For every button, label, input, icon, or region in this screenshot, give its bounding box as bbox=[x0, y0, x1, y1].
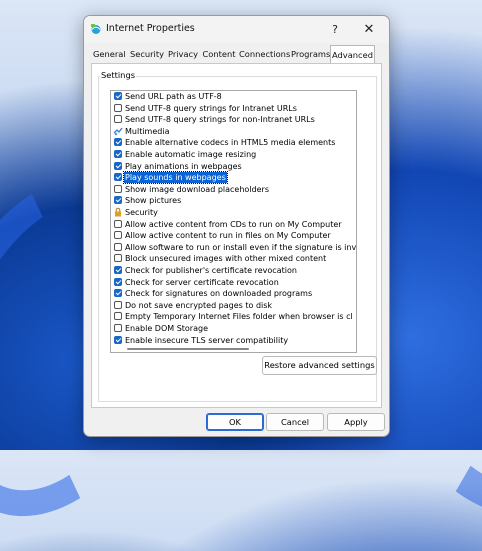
settings-option-label[interactable]: Show image download placeholders bbox=[125, 184, 269, 195]
settings-category: Security bbox=[111, 207, 356, 218]
settings-option[interactable]: Check for publisher's certificate revoca… bbox=[111, 265, 356, 276]
checkbox-checked[interactable] bbox=[114, 266, 122, 274]
settings-option-label[interactable]: Enable insecure TLS server compatibility bbox=[125, 335, 288, 346]
settings-category-label: Multimedia bbox=[125, 126, 170, 136]
checkbox-checked[interactable] bbox=[114, 289, 122, 298]
settings-option-label[interactable]: Check for server certificate revocation bbox=[125, 277, 279, 288]
window-title: Internet Properties bbox=[106, 23, 195, 34]
settings-option[interactable]: Block unsecured images with other mixed … bbox=[111, 253, 356, 264]
settings-option-label[interactable]: Allow active content to run in files on … bbox=[125, 230, 331, 241]
settings-option-label[interactable]: Empty Temporary Internet Files folder wh… bbox=[125, 311, 353, 322]
checkbox-checked[interactable] bbox=[114, 138, 122, 147]
settings-category-label: Security bbox=[125, 208, 158, 217]
settings-option-label[interactable]: Play sounds in webpages bbox=[123, 171, 228, 185]
settings-option[interactable]: Check for server certificate revocation bbox=[111, 277, 356, 288]
checkbox-checked[interactable] bbox=[114, 150, 122, 158]
ok-button[interactable]: OK bbox=[206, 413, 264, 431]
settings-option[interactable]: Play animations in webpages bbox=[111, 161, 356, 172]
settings-option-label[interactable]: Send URL path as UTF-8 bbox=[125, 91, 222, 102]
settings-option-label[interactable]: Block unsecured images with other mixed … bbox=[125, 253, 326, 264]
checkbox-unchecked[interactable] bbox=[114, 242, 122, 251]
checkbox-checked[interactable] bbox=[114, 173, 122, 182]
checkbox-unchecked[interactable] bbox=[114, 115, 122, 124]
checkbox-checked[interactable] bbox=[114, 161, 122, 170]
settings-option[interactable]: Show pictures bbox=[111, 195, 356, 206]
checkbox-checked[interactable] bbox=[114, 277, 122, 286]
settings-option[interactable]: Play sounds in webpages bbox=[111, 171, 356, 185]
apply-button[interactable]: Apply bbox=[327, 413, 385, 431]
settings-option-label[interactable]: Allow active content from CDs to run on … bbox=[125, 219, 342, 230]
checkbox-checked[interactable] bbox=[114, 335, 122, 344]
checkbox-checked[interactable] bbox=[114, 92, 122, 100]
settings-option-label[interactable]: Play animations in webpages bbox=[125, 161, 242, 172]
settings-option[interactable]: Enable DOM Storage bbox=[111, 323, 356, 334]
settings-option[interactable]: Empty Temporary Internet Files folder wh… bbox=[111, 311, 356, 322]
settings-option-label[interactable]: Enable alternative codecs in HTML5 media… bbox=[125, 137, 335, 148]
checkbox-unchecked[interactable] bbox=[114, 312, 122, 321]
settings-option-label[interactable]: Send UTF-8 query strings for Intranet UR… bbox=[125, 103, 297, 114]
settings-option-label[interactable]: Enable DOM Storage bbox=[125, 323, 208, 334]
settings-option[interactable]: Show image download placeholders bbox=[111, 184, 356, 195]
tab-privacy[interactable]: Privacy bbox=[167, 47, 199, 62]
multimedia-icon bbox=[113, 127, 123, 136]
settings-option[interactable]: Allow active content from CDs to run on … bbox=[111, 219, 356, 230]
checkbox-unchecked[interactable] bbox=[114, 231, 122, 240]
checkbox-unchecked[interactable] bbox=[114, 300, 122, 309]
horizontal-scroll-thumb[interactable] bbox=[127, 348, 249, 350]
settings-option[interactable]: Enable alternative codecs in HTML5 media… bbox=[111, 137, 356, 148]
checkbox-unchecked[interactable] bbox=[114, 254, 122, 263]
lock-icon bbox=[115, 207, 121, 217]
settings-option[interactable]: Send URL path as UTF-8 bbox=[111, 91, 356, 102]
cancel-button[interactable]: Cancel bbox=[266, 413, 324, 431]
tab-security[interactable]: Security bbox=[129, 47, 165, 62]
title-bar[interactable]: Internet Properties ? ✕ bbox=[84, 16, 389, 43]
close-button[interactable]: ✕ bbox=[358, 20, 380, 40]
checkbox-unchecked[interactable] bbox=[114, 324, 122, 332]
advanced-panel: Settings Send URL path as UTF-8 Send UTF-… bbox=[91, 63, 382, 408]
settings-option-label[interactable]: Do not save encrypted pages to disk bbox=[125, 300, 272, 311]
settings-option[interactable]: Enable automatic image resizing bbox=[111, 149, 356, 160]
checkbox-unchecked[interactable] bbox=[114, 219, 122, 228]
settings-group-label: Settings bbox=[100, 70, 137, 80]
help-button[interactable]: ? bbox=[324, 20, 346, 40]
vertical-scrollbar[interactable] bbox=[356, 91, 357, 352]
settings-option-label[interactable]: Enable automatic image resizing bbox=[125, 149, 256, 160]
tab-programs[interactable]: Programs bbox=[291, 47, 330, 62]
checkbox-unchecked[interactable] bbox=[114, 184, 122, 193]
settings-option-label[interactable]: Send UTF-8 query strings for non-Intrane… bbox=[125, 114, 315, 125]
settings-option[interactable]: Send UTF-8 query strings for non-Intrane… bbox=[111, 114, 356, 125]
checkbox-unchecked[interactable] bbox=[114, 103, 122, 112]
settings-option[interactable]: Allow active content to run in files on … bbox=[111, 230, 356, 241]
settings-option[interactable]: Allow software to run or install even if… bbox=[111, 242, 356, 253]
internet-options-icon bbox=[91, 24, 101, 34]
settings-option-label[interactable]: Check for signatures on downloaded progr… bbox=[125, 288, 312, 299]
tab-advanced[interactable]: Advanced bbox=[330, 45, 375, 64]
tab-content[interactable]: Content bbox=[202, 47, 236, 62]
settings-option[interactable]: Send UTF-8 query strings for Intranet UR… bbox=[111, 103, 356, 114]
tab-general[interactable]: General bbox=[93, 47, 126, 62]
checkbox-checked[interactable] bbox=[114, 196, 122, 205]
horizontal-scrollbar[interactable] bbox=[111, 346, 356, 352]
settings-option-label[interactable]: Check for publisher's certificate revoca… bbox=[125, 265, 297, 276]
settings-list[interactable]: Send URL path as UTF-8 Send UTF-8 query s… bbox=[110, 90, 357, 353]
settings-option[interactable]: Check for signatures on downloaded progr… bbox=[111, 288, 356, 299]
settings-option-label[interactable]: Show pictures bbox=[125, 195, 181, 206]
settings-option-label[interactable]: Allow software to run or install even if… bbox=[125, 242, 356, 253]
settings-option[interactable]: Enable insecure TLS server compatibility bbox=[111, 335, 356, 346]
settings-category: Multimedia bbox=[111, 126, 356, 137]
internet-properties-dialog: Internet Properties ? ✕ General Security… bbox=[83, 15, 390, 437]
settings-option[interactable]: Do not save encrypted pages to disk bbox=[111, 300, 356, 311]
restore-advanced-settings-button[interactable]: Restore advanced settings bbox=[262, 356, 377, 375]
tab-connections[interactable]: Connections bbox=[239, 47, 290, 62]
